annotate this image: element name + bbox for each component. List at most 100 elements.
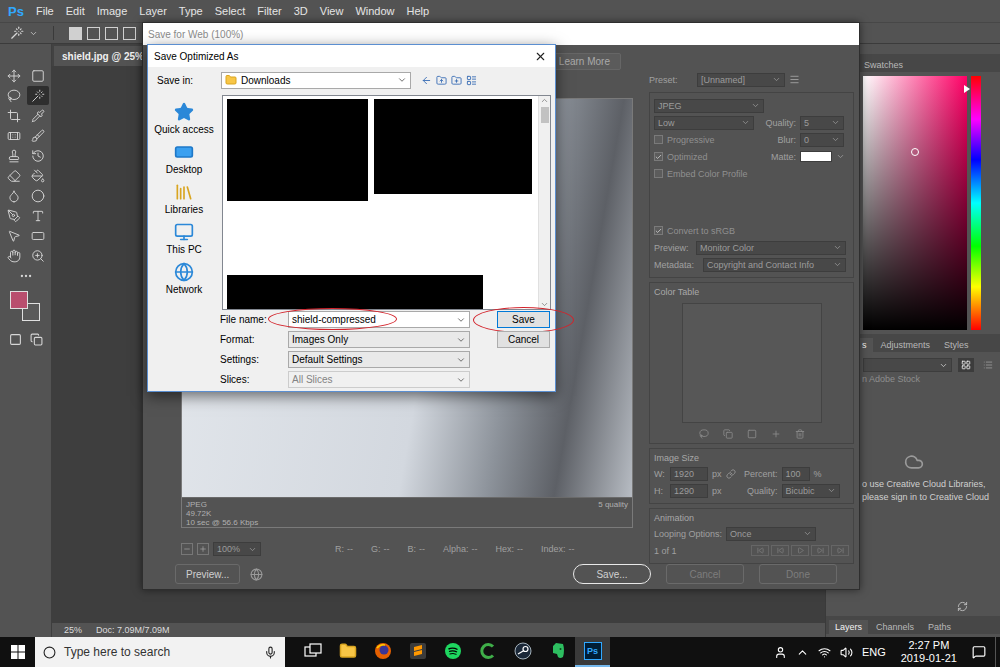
tool-button[interactable]: [27, 186, 49, 205]
hue-slider[interactable]: [971, 76, 981, 330]
learn-more-button[interactable]: Learn More: [548, 53, 621, 70]
color-marker[interactable]: [911, 148, 919, 156]
select-field[interactable]: Images Only: [288, 331, 470, 348]
place-item[interactable]: Quick access: [154, 99, 213, 137]
looping-dropdown[interactable]: Once: [726, 527, 816, 541]
taskbar-app[interactable]: Ps: [575, 637, 610, 667]
close-button[interactable]: [525, 45, 555, 67]
play-button[interactable]: [791, 545, 809, 556]
taskbar-app[interactable]: [540, 637, 575, 667]
dialog-button[interactable]: Cancel: [497, 331, 550, 348]
tool-button[interactable]: [3, 166, 25, 185]
resample-dropdown[interactable]: Bicubic: [782, 484, 840, 498]
panel-tab[interactable]: Styles: [938, 338, 975, 352]
zoom-out-button[interactable]: [181, 543, 193, 555]
compression-dropdown[interactable]: Low: [654, 116, 754, 130]
text-field[interactable]: shield-compressed: [288, 311, 470, 328]
tool-button[interactable]: [27, 246, 49, 265]
taskbar-app[interactable]: [295, 637, 330, 667]
place-item[interactable]: Libraries: [165, 179, 203, 217]
dialog-button[interactable]: Cancel: [666, 564, 744, 584]
tool-button[interactable]: [3, 246, 25, 265]
tool-button[interactable]: [27, 206, 49, 225]
selection-mode-button[interactable]: [87, 27, 100, 40]
menu-item[interactable]: Type: [173, 5, 209, 17]
checkbox-row[interactable]: Convert to sRGB: [654, 226, 735, 236]
start-button[interactable]: [0, 637, 35, 667]
tool-button[interactable]: [27, 166, 49, 185]
format-dropdown[interactable]: JPEG: [654, 99, 764, 113]
tool-button[interactable]: [27, 226, 49, 245]
tool-button[interactable]: [3, 146, 25, 165]
view-toggle[interactable]: [980, 358, 996, 372]
prev-frame-button[interactable]: [771, 545, 789, 556]
tool-button[interactable]: [3, 126, 25, 145]
menu-item[interactable]: View: [314, 5, 350, 17]
tool-button[interactable]: [27, 106, 49, 125]
taskbar-search[interactable]: Type here to search: [35, 637, 285, 667]
menu-item[interactable]: Window: [349, 5, 400, 17]
menu-item[interactable]: File: [30, 5, 60, 17]
tool-button[interactable]: [3, 106, 25, 125]
tool-button[interactable]: [3, 86, 25, 105]
selection-mode-button[interactable]: [69, 27, 82, 40]
checkbox[interactable]: [654, 152, 663, 161]
checkbox-row[interactable]: Optimized: [654, 152, 754, 162]
save-in-dropdown[interactable]: Downloads: [221, 72, 411, 89]
panel-tab[interactable]: Adjustments: [875, 338, 937, 352]
preview-dropdown[interactable]: Monitor Color: [696, 241, 846, 255]
redacted-file[interactable]: [227, 275, 483, 310]
taskbar-app[interactable]: [400, 637, 435, 667]
checkbox[interactable]: [654, 169, 663, 178]
checkbox[interactable]: [654, 226, 663, 235]
checkbox-row[interactable]: Progressive: [654, 135, 754, 145]
menu-item[interactable]: Image: [91, 5, 134, 17]
redacted-file[interactable]: [374, 99, 532, 194]
zoom-in-button[interactable]: [197, 543, 209, 555]
panel-tab[interactable]: Channels: [870, 620, 920, 634]
menu-item[interactable]: Help: [401, 5, 436, 17]
tool-button[interactable]: [27, 146, 49, 165]
checkbox-row[interactable]: Embed Color Profile: [654, 169, 748, 179]
panel-tab[interactable]: Swatches: [858, 58, 909, 72]
taskbar-app[interactable]: [505, 637, 540, 667]
tool-button[interactable]: [3, 226, 25, 245]
taskbar-app[interactable]: [365, 637, 400, 667]
select-field[interactable]: Default Settings: [288, 351, 470, 368]
next-frame-button[interactable]: [811, 545, 829, 556]
preset-dropdown[interactable]: [Unnamed]: [697, 73, 785, 87]
quality-field[interactable]: 5: [800, 116, 844, 130]
tool-button[interactable]: [3, 206, 25, 225]
taskbar-app[interactable]: [330, 637, 365, 667]
foreground-swatch[interactable]: [10, 291, 28, 309]
first-frame-button[interactable]: [751, 545, 769, 556]
tool-button[interactable]: [3, 66, 25, 85]
language-indicator[interactable]: ENG: [862, 646, 886, 658]
place-item[interactable]: Network: [166, 259, 203, 297]
tool-button[interactable]: [27, 66, 49, 85]
browser-preview[interactable]: [250, 568, 263, 581]
percent-field[interactable]: 100: [782, 467, 810, 481]
hue-marker[interactable]: [964, 85, 970, 93]
tool-button[interactable]: [27, 126, 49, 145]
height-field[interactable]: 1290: [670, 484, 708, 498]
place-item[interactable]: This PC: [166, 219, 202, 257]
menu-item[interactable]: Layer: [133, 5, 173, 17]
view-toggle[interactable]: [958, 358, 974, 372]
last-frame-button[interactable]: [831, 545, 849, 556]
color-field[interactable]: [863, 76, 967, 330]
matte-swatch[interactable]: [800, 151, 832, 162]
menu-item[interactable]: 3D: [288, 5, 314, 17]
tool-button[interactable]: [27, 86, 49, 105]
dialog-button[interactable]: Done: [759, 564, 837, 584]
taskbar-app[interactable]: [435, 637, 470, 667]
place-item[interactable]: Desktop: [166, 139, 203, 177]
menu-item[interactable]: Select: [209, 5, 252, 17]
tool-button[interactable]: [3, 186, 25, 205]
panel-tab[interactable]: Paths: [922, 620, 957, 634]
scrollbar[interactable]: [538, 96, 550, 309]
show-desktop-button[interactable]: [995, 637, 1000, 667]
scroll-thumb[interactable]: [541, 107, 549, 123]
selection-mode-button[interactable]: [123, 27, 136, 40]
panel-tab[interactable]: Layers: [829, 620, 868, 634]
